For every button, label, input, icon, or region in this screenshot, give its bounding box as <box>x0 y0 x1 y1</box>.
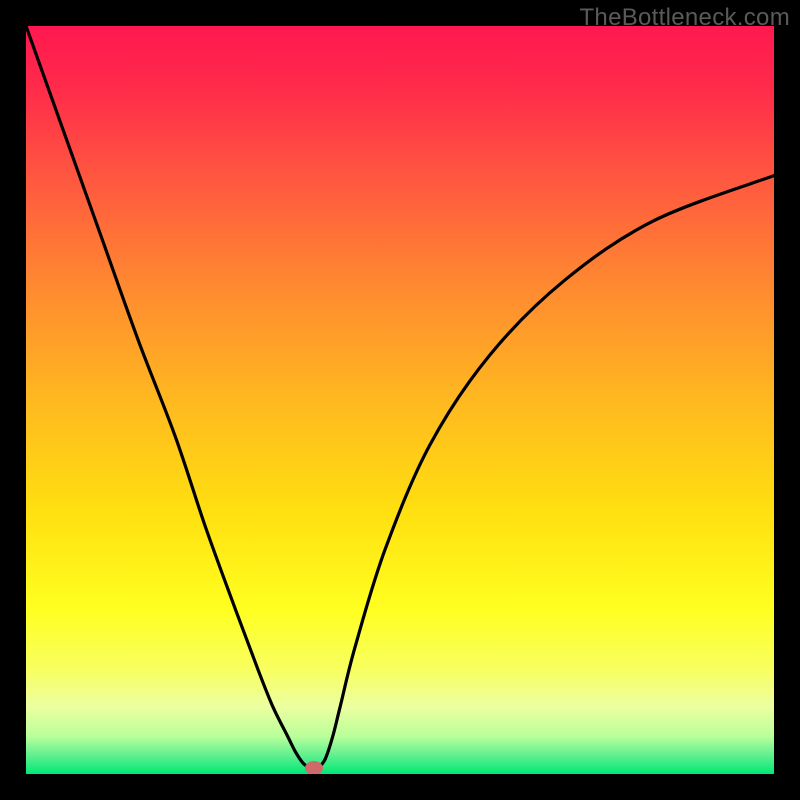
gradient-background <box>26 26 774 774</box>
outer-border: TheBottleneck.com <box>0 0 800 800</box>
chart-plot-area <box>26 26 774 774</box>
bottleneck-chart <box>26 26 774 774</box>
